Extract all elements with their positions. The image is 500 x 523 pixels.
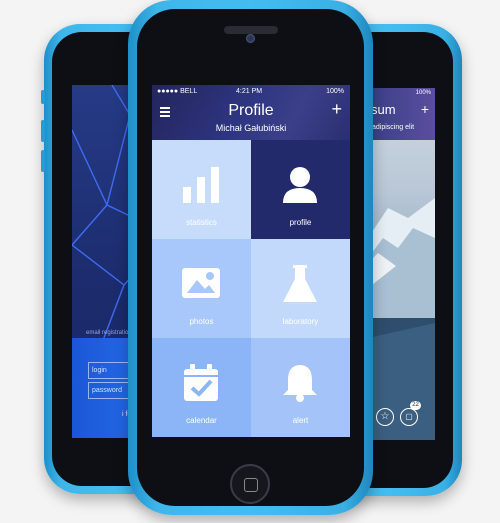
- profile-screen: ●●●●● BELL 4:21 PM 100% Profile Michał G…: [152, 85, 350, 437]
- flask-icon: [283, 265, 317, 302]
- tile-label: profile: [289, 218, 312, 227]
- battery-text: 100%: [326, 88, 344, 95]
- tile-label: photos: [189, 317, 214, 326]
- right-title: sum: [371, 102, 396, 117]
- front-camera: [246, 34, 255, 43]
- status-time: 4:21 PM: [236, 88, 263, 95]
- comments-icon[interactable]: ▢: [400, 408, 418, 426]
- user-icon: [283, 167, 317, 203]
- mute-switch: [41, 90, 45, 104]
- tile-alert[interactable]: alert: [251, 338, 350, 437]
- right-battery-text: 100%: [415, 90, 431, 96]
- page-title: Profile: [228, 102, 274, 119]
- speaker-grille: [224, 26, 278, 34]
- star-icon[interactable]: ☆: [376, 408, 394, 426]
- add-icon[interactable]: +: [331, 100, 342, 118]
- calendar-icon: [184, 364, 218, 401]
- tile-statistics[interactable]: statistics: [152, 140, 251, 239]
- tile-laboratory[interactable]: laboratory: [251, 239, 350, 338]
- right-add-icon[interactable]: +: [421, 101, 429, 117]
- email-registration-link[interactable]: email registration: [86, 330, 132, 336]
- right-phone-screen: ☆ ▢ 22: [368, 88, 435, 440]
- volume-down-button: [41, 150, 45, 172]
- tile-label: calendar: [186, 416, 217, 425]
- tile-label: laboratory: [282, 317, 319, 326]
- tile-profile[interactable]: profile: [251, 140, 350, 239]
- tile-label: statistics: [186, 218, 217, 227]
- home-button[interactable]: [230, 464, 270, 504]
- iceberg-photo: [368, 198, 435, 440]
- carrier-text: ●●●●● BELL: [157, 88, 198, 95]
- bell-icon: [283, 365, 317, 402]
- comments-badge: 22: [410, 401, 421, 410]
- volume-up-button: [41, 120, 45, 142]
- image-icon: [182, 268, 220, 298]
- tile-photos[interactable]: photos: [152, 239, 251, 338]
- user-name: Michał Gałubiński: [215, 123, 287, 133]
- bar-chart-icon: [183, 167, 219, 203]
- right-phone-header: 100% sum + adipiscing elit: [368, 88, 435, 140]
- profile-header: ●●●●● BELL 4:21 PM 100% Profile Michał G…: [152, 85, 350, 140]
- tile-label: alert: [292, 416, 309, 425]
- tile-calendar[interactable]: calendar: [152, 338, 251, 437]
- right-subtitle: adipiscing elit: [372, 124, 415, 131]
